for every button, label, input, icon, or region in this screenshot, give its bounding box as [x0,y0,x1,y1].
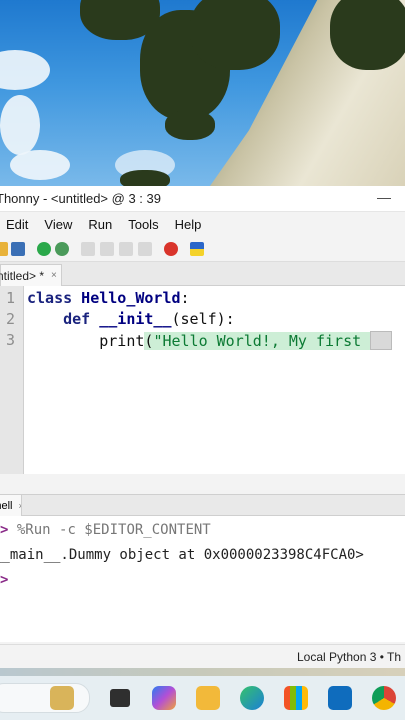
interpreter-selector[interactable]: Local Python 3 • Th [297,650,401,664]
search-box[interactable] [0,683,90,713]
window-title: Thonny - <untitled> @ 3 : 39 [0,191,161,206]
close-tab-icon[interactable]: × [51,270,57,281]
editor-tab[interactable]: ntitled> * × [0,264,62,286]
file-explorer-icon[interactable] [196,686,220,710]
desktop-strip [0,668,405,676]
resume-icon[interactable] [138,241,152,256]
widgets-icon[interactable] [50,686,74,710]
line-number-gutter: 1 2 3 [0,286,24,474]
line-number: 3 [5,331,15,349]
thonny-window: Thonny - <untitled> @ 3 : 39 — Edit View… [0,186,405,668]
stop-icon[interactable] [164,241,178,256]
menu-edit[interactable]: Edit [0,217,34,232]
edge-icon[interactable] [240,686,264,710]
text-cursor [370,331,393,350]
title-bar[interactable]: Thonny - <untitled> @ 3 : 39 — [0,186,405,212]
editor-tab-label: ntitled> * [0,268,45,283]
code-line-3: print("Hello World!, My first [27,331,393,350]
desktop-wallpaper [0,0,405,186]
code-line-2: def __init__(self): [63,310,235,328]
step-into-icon[interactable] [100,241,114,256]
save-icon[interactable] [11,241,25,256]
minimize-button[interactable]: — [377,189,391,205]
shell-tab-label: Shell [0,499,13,512]
shell-tab-bar: Shell × [0,494,405,516]
line-number: 2 [5,310,15,328]
close-shell-icon[interactable]: × [18,501,21,511]
task-view-icon[interactable] [110,689,130,707]
outlook-icon[interactable] [328,686,352,710]
menu-view[interactable]: View [38,217,78,232]
line-number: 1 [5,289,15,307]
step-over-icon[interactable] [81,241,95,256]
code-editor[interactable]: 1 2 3 class Hello_World: def __init__(se… [0,286,405,474]
menu-run[interactable]: Run [82,217,118,232]
shell-command-line: > %Run -c $EDITOR_CONTENT [0,522,211,538]
menu-tools[interactable]: Tools [122,217,164,232]
new-file-icon[interactable] [0,241,8,256]
menu-bar: Edit View Run Tools Help [0,212,405,236]
code-line-1: class Hello_World: [27,289,190,307]
chrome-icon[interactable] [372,686,396,710]
shell-console[interactable]: > %Run -c $EDITOR_CONTENT __main__.Dummy… [0,516,405,642]
step-out-icon[interactable] [119,241,133,256]
shell-output: __main__.Dummy object at 0x0000023398C4F… [0,547,364,563]
debug-icon[interactable] [55,241,69,256]
taskbar [0,676,405,720]
copilot-icon[interactable] [152,686,176,710]
run-icon[interactable] [37,241,51,256]
toolbar [0,236,405,262]
menu-help[interactable]: Help [169,217,208,232]
editor-tab-bar: ntitled> * × [0,262,405,286]
store-icon[interactable] [284,686,308,710]
status-bar: Local Python 3 • Th [0,644,405,668]
ukraine-flag-icon [190,241,204,256]
shell-prompt: > [0,572,9,588]
shell-tab[interactable]: Shell × [0,495,22,516]
